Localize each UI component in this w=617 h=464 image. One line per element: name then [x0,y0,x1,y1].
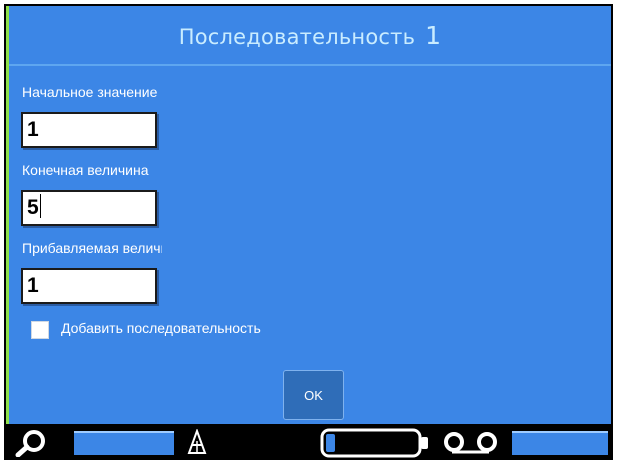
dialog-title-text: Последовательность [178,24,416,49]
end-value-field[interactable]: 5 [21,190,157,226]
start-value-text: 1 [27,118,39,141]
sequence-dialog: Последовательность 1 Начальное значение 1… [6,6,611,424]
end-value-label: Конечная величина [22,162,149,178]
add-sequence-checkbox[interactable] [31,321,49,339]
status-indicator-bar [74,431,174,455]
font-size-icon[interactable] [186,428,208,461]
start-value-label: Начальное значение [22,84,158,100]
battery-icon [320,428,432,462]
increment-text: 1 [27,274,39,297]
search-icon[interactable] [14,429,48,461]
tape-icon [442,431,502,459]
end-value-text: 5 [27,196,39,219]
ok-button[interactable]: OK [283,370,344,420]
add-sequence-label[interactable]: Добавить последовательность [61,320,261,336]
text-cursor [39,194,41,218]
status-bar [4,424,613,460]
dialog-titlebar: Последовательность 1 [9,6,611,64]
increment-field[interactable]: 1 [21,268,157,304]
tape-indicator-bar [512,431,608,455]
dialog-title: Последовательность 1 [179,21,442,50]
start-value-field[interactable]: 1 [21,112,157,148]
increment-label: Прибавляемая величина [22,240,162,256]
dialog-title-number: 1 [425,20,442,50]
title-divider [9,64,611,66]
